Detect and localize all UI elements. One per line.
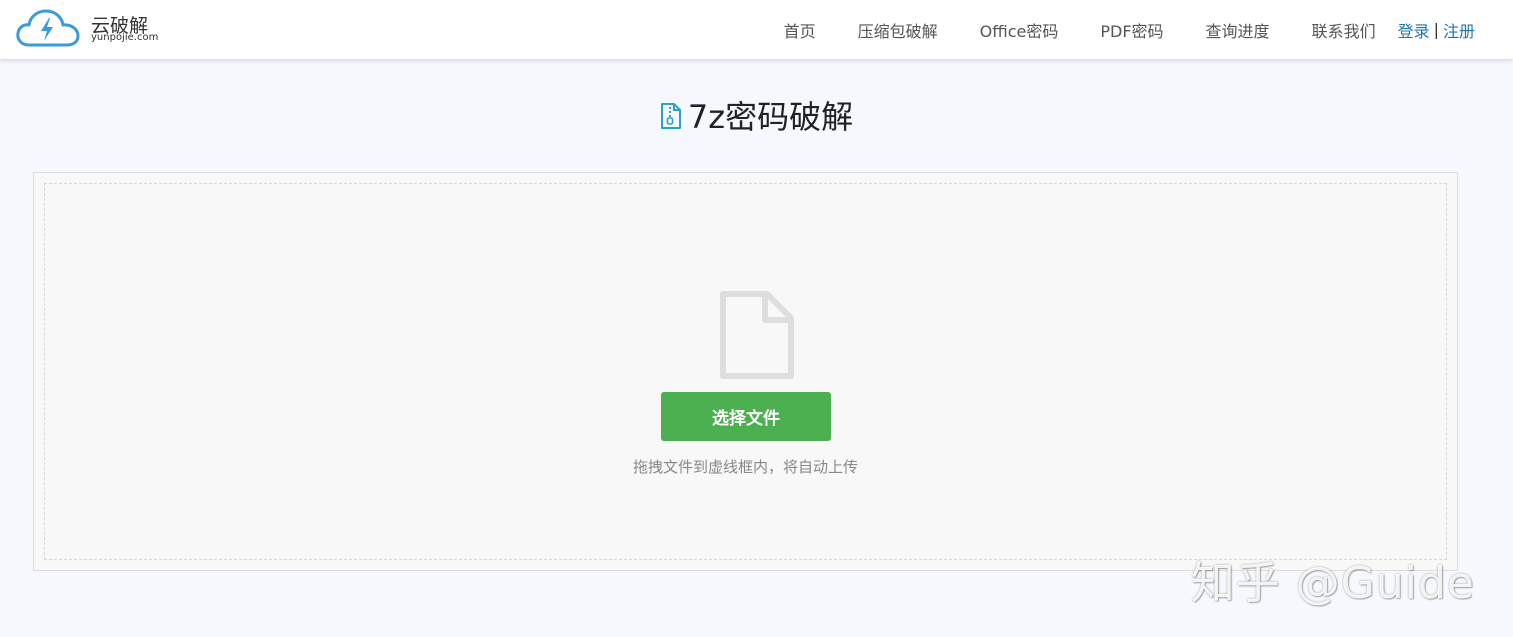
main-nav: 首页 压缩包破解 Office密码 PDF密码 查询进度 联系我们 登录 | 注… bbox=[784, 0, 1513, 59]
drop-zone[interactable]: 选择文件 拖拽文件到虚线框内，将自动上传 bbox=[44, 183, 1447, 560]
auth-links: 登录 | 注册 bbox=[1398, 18, 1475, 42]
nav-item-home[interactable]: 首页 bbox=[784, 18, 816, 42]
cloud-lightning-icon bbox=[16, 9, 80, 47]
file-icon bbox=[720, 291, 794, 379]
nav-item-pdf-password[interactable]: PDF密码 bbox=[1100, 18, 1163, 42]
nav-item-contact[interactable]: 联系我们 bbox=[1312, 18, 1376, 42]
logo-subtitle: yunpojie.com bbox=[91, 32, 159, 43]
auth-separator: | bbox=[1433, 20, 1439, 39]
zip-file-icon bbox=[660, 103, 681, 129]
upload-hint: 拖拽文件到虚线框内，将自动上传 bbox=[632, 458, 858, 476]
page-title-row: 7z密码破解 bbox=[0, 92, 1513, 138]
nav-item-office-password[interactable]: Office密码 bbox=[980, 18, 1059, 42]
upload-area[interactable]: 选择文件 拖拽文件到虚线框内，将自动上传 bbox=[33, 172, 1458, 571]
site-header: 云破解 yunpojie.com 首页 压缩包破解 Office密码 PDF密码… bbox=[0, 0, 1513, 59]
nav-item-archive-crack[interactable]: 压缩包破解 bbox=[858, 18, 938, 42]
watermark: 知乎 @Guide bbox=[1190, 558, 1475, 609]
nav-item-check-progress[interactable]: 查询进度 bbox=[1206, 18, 1270, 42]
login-link[interactable]: 登录 bbox=[1398, 18, 1430, 42]
page-title: 7z密码破解 bbox=[687, 98, 854, 136]
register-link[interactable]: 注册 bbox=[1443, 18, 1475, 42]
site-logo[interactable]: 云破解 yunpojie.com bbox=[15, 8, 165, 48]
select-file-button[interactable]: 选择文件 bbox=[661, 392, 831, 441]
